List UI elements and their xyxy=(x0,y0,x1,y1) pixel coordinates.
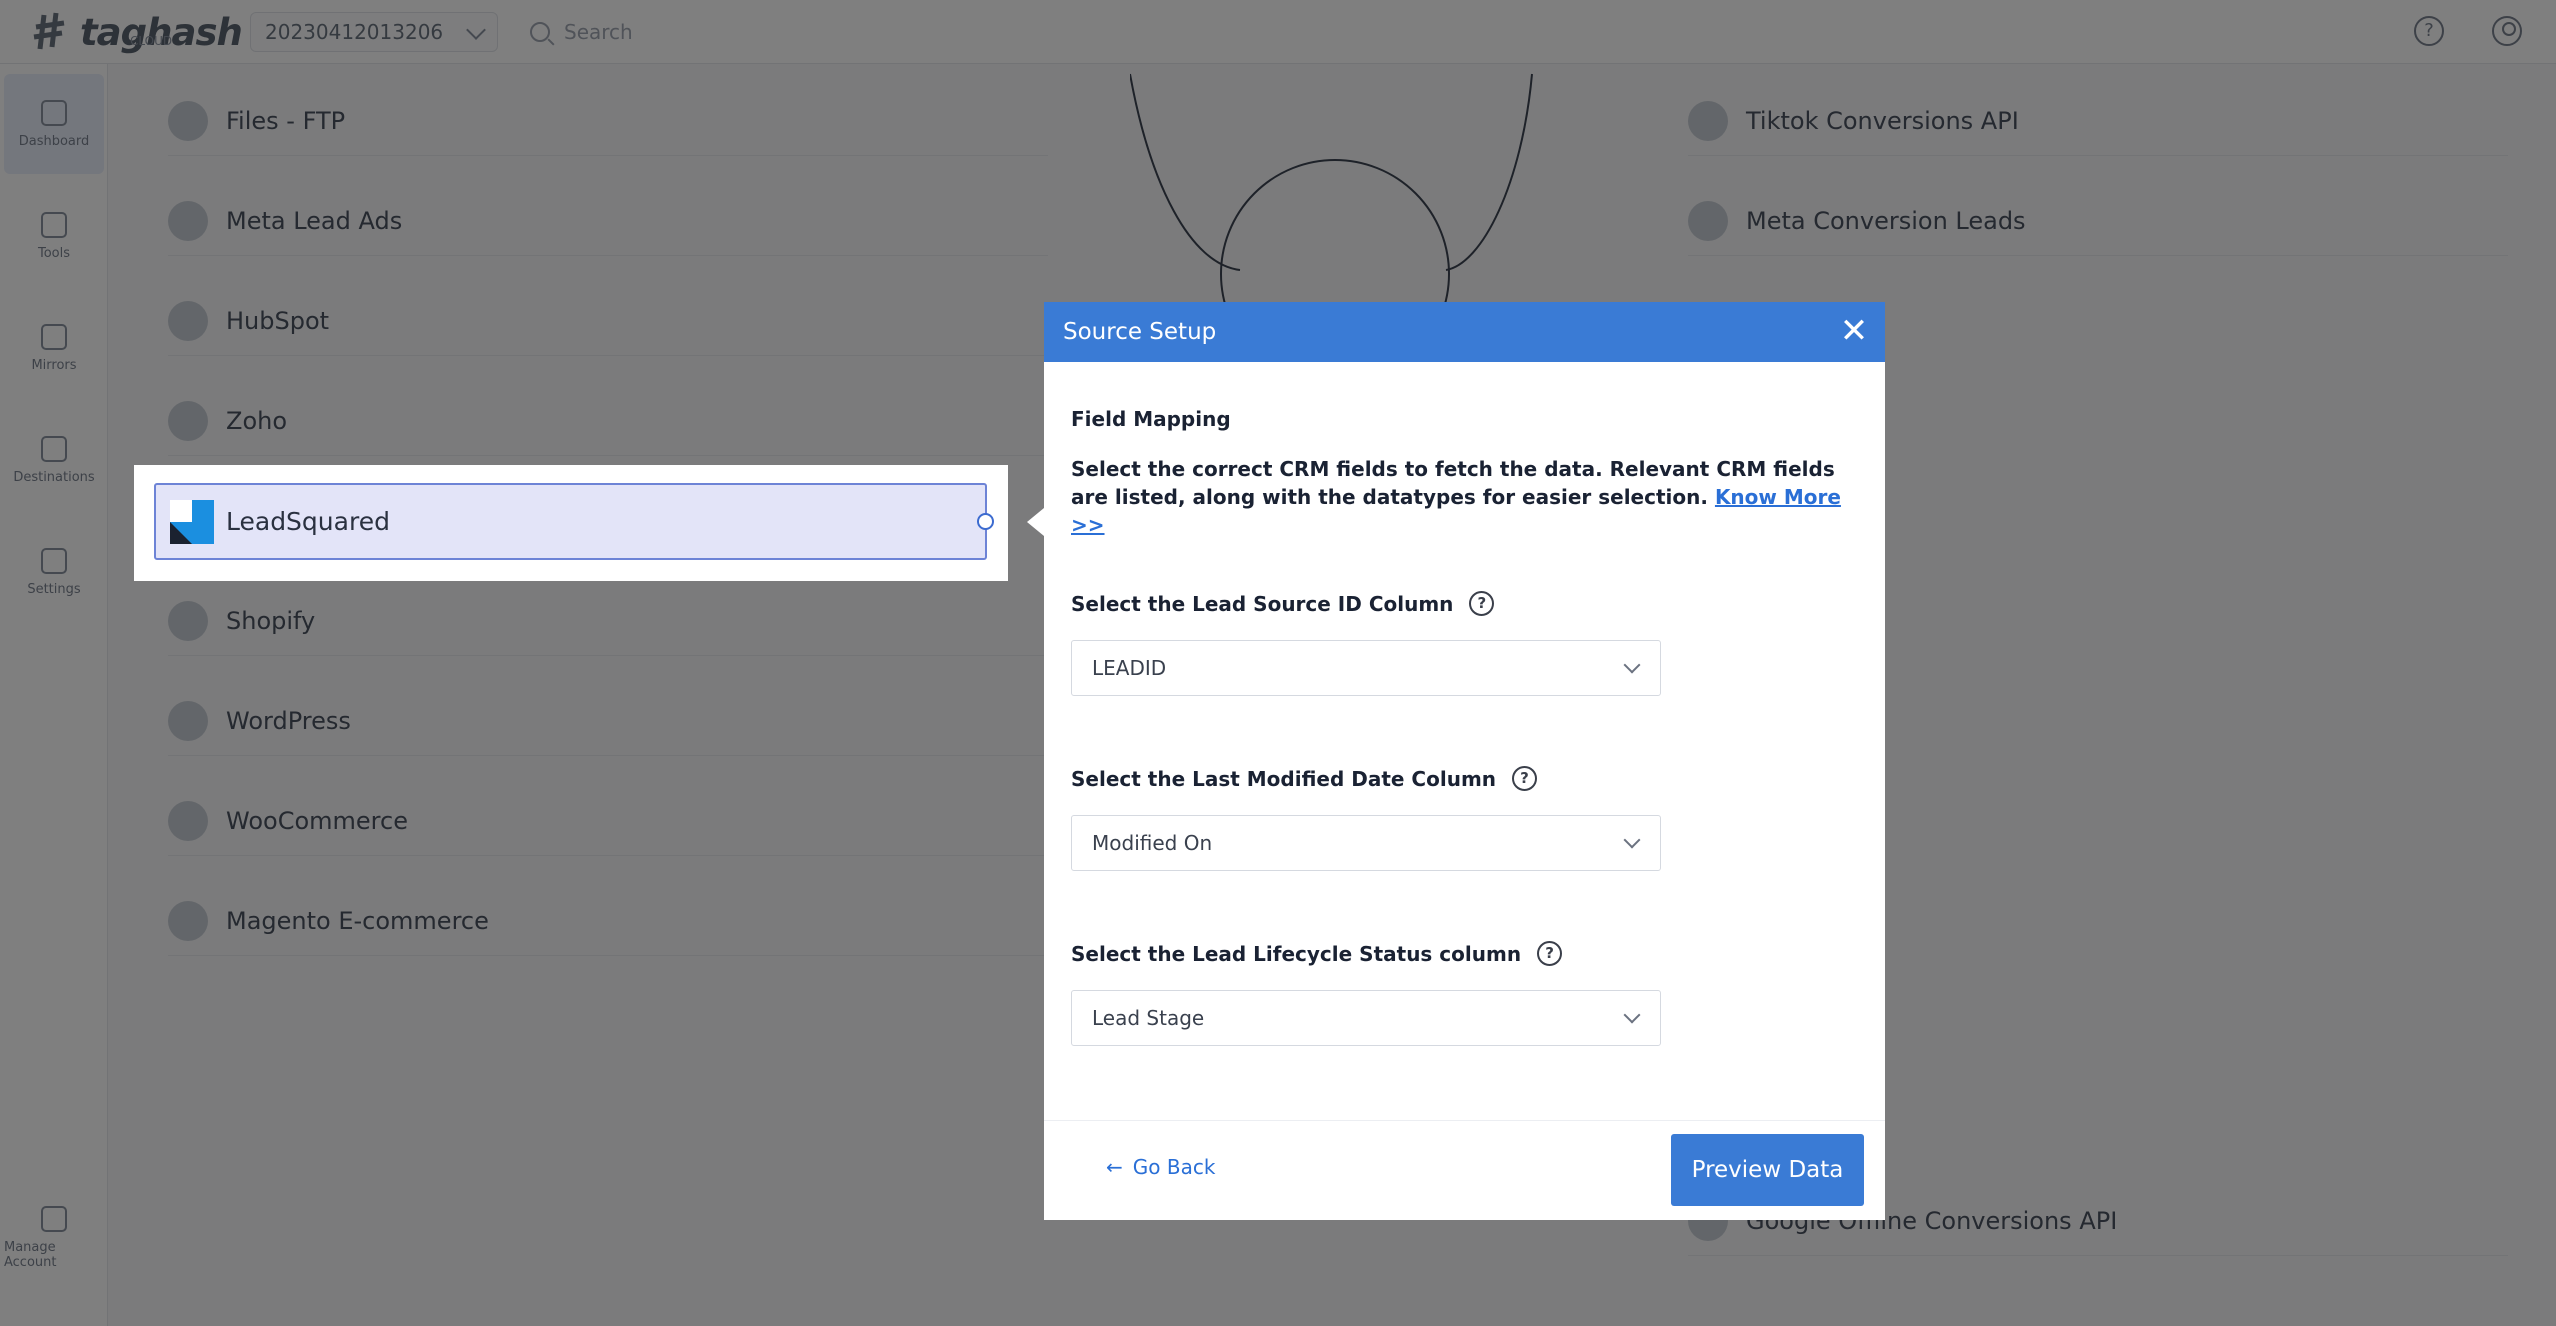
lead-source-id-select[interactable]: LEADID xyxy=(1071,640,1661,696)
connector-handle[interactable] xyxy=(977,513,994,530)
modal-header: Source Setup ✕ xyxy=(1044,302,1885,362)
field-label-text: Select the Lead Source ID Column xyxy=(1071,591,1454,616)
go-back-button[interactable]: ← Go Back xyxy=(1106,1155,1215,1179)
chevron-down-icon xyxy=(1623,831,1641,849)
help-icon[interactable]: ? xyxy=(1537,941,1563,966)
go-back-label: Go Back xyxy=(1132,1155,1216,1179)
modal-body: Field Mapping Select the correct CRM fie… xyxy=(1044,407,1885,1046)
selected-source-card: LeadSquared xyxy=(134,465,1008,581)
modal-title: Source Setup xyxy=(1063,319,1217,345)
source-setup-modal: Source Setup ✕ Field Mapping Select the … xyxy=(1044,302,1885,1220)
source-label: LeadSquared xyxy=(226,507,390,536)
preview-data-button[interactable]: Preview Data xyxy=(1671,1134,1864,1206)
leadsquared-source-item[interactable]: LeadSquared xyxy=(154,483,987,560)
modal-footer: ← Go Back Preview Data xyxy=(1044,1120,1885,1220)
arrow-left-icon: ← xyxy=(1106,1155,1123,1179)
select-value: LEADID xyxy=(1092,656,1167,680)
chevron-down-icon xyxy=(1623,1006,1641,1024)
help-icon[interactable]: ? xyxy=(1469,591,1495,616)
last-modified-date-select[interactable]: Modified On xyxy=(1071,815,1661,871)
close-icon[interactable]: ✕ xyxy=(1839,314,1869,348)
section-title: Field Mapping xyxy=(1071,407,1231,431)
lead-source-id-label: Select the Lead Source ID Column ? xyxy=(1071,591,1858,616)
lifecycle-status-label: Select the Lead Lifecycle Status column … xyxy=(1071,941,1858,966)
select-value: Modified On xyxy=(1092,831,1213,855)
last-modified-date-label: Select the Last Modified Date Column ? xyxy=(1071,766,1858,791)
leadsquared-logo-icon xyxy=(170,499,214,544)
chevron-down-icon xyxy=(1623,656,1641,674)
field-mapping-description: Select the correct CRM fields to fetch t… xyxy=(1071,455,1861,539)
lifecycle-status-select[interactable]: Lead Stage xyxy=(1071,990,1661,1046)
help-icon[interactable]: ? xyxy=(1512,766,1538,791)
field-label-text: Select the Last Modified Date Column xyxy=(1071,766,1497,791)
select-value: Lead Stage xyxy=(1092,1006,1205,1030)
popover-arrow xyxy=(1027,508,1044,536)
field-label-text: Select the Lead Lifecycle Status column xyxy=(1071,941,1522,966)
